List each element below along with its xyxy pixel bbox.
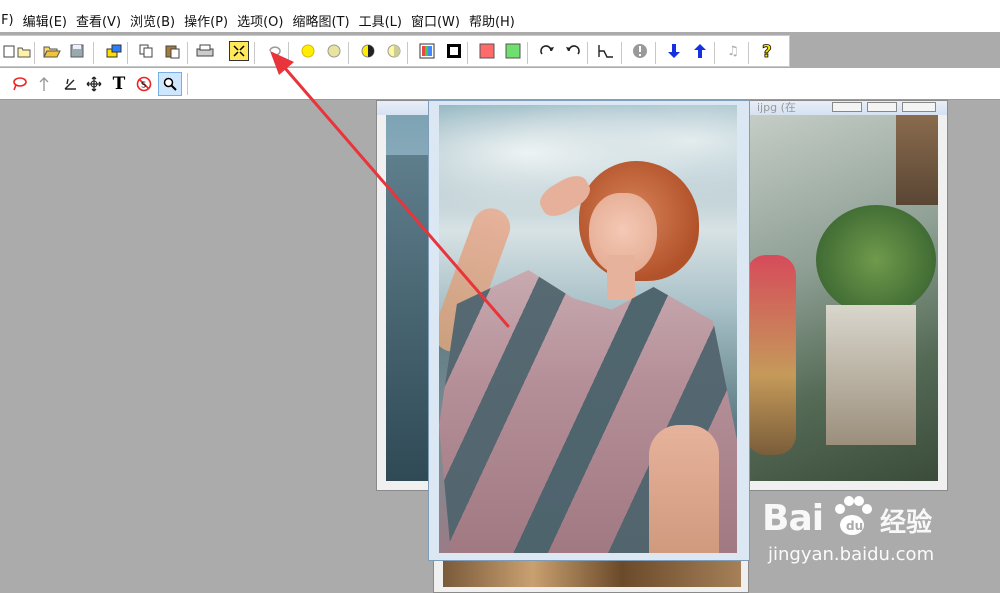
menu-options[interactable]: 选项(O) [237,11,292,30]
menu-edit[interactable]: 编辑(E) [23,11,76,30]
print-icon[interactable] [195,41,215,61]
red-eye-icon[interactable]: S [134,74,154,94]
menu-tools[interactable]: 工具(L) [359,11,411,30]
lasso-icon[interactable] [264,41,284,61]
menu-file[interactable]: (F) [0,13,23,28]
minimize-button[interactable] [832,102,862,112]
watermark-brand-left: Bai [762,498,824,539]
svg-text:du: du [846,519,863,533]
menu-bar: (F) 编辑(E) 查看(V) 浏览(B) 操作(P) 选项(O) 缩略图(T)… [0,8,1000,32]
paste-icon[interactable] [162,41,182,61]
watermark-brand-right: 经验 [880,508,933,538]
window-title: ijpg (在 [757,101,796,114]
portrait-photo [439,105,737,553]
text-tool-icon[interactable]: T [109,74,129,94]
arrow-down-icon[interactable] [664,41,684,61]
crop-tool-icon[interactable] [60,74,80,94]
paw-logo-icon: du [828,492,876,540]
baidu-watermark: Bai du 经验 jingyan.baidu.com [762,488,962,568]
maximize-button[interactable] [867,102,897,112]
green-fill-icon[interactable] [503,41,523,61]
brightness-up-icon[interactable] [298,41,318,61]
title-bar-remnant [0,0,1000,8]
open-folder-icon[interactable] [42,41,62,61]
rotate-right-icon[interactable] [537,41,557,61]
music-icon[interactable]: ♫ [723,41,743,61]
fit-screen-icon[interactable] [229,41,249,61]
close-button[interactable] [902,102,936,112]
folder-icon[interactable] [14,41,34,61]
color-balance-icon[interactable] [417,41,437,61]
lasso-select-icon[interactable] [9,74,29,94]
color-pick-icon[interactable] [104,41,124,61]
histogram-icon[interactable] [596,41,616,61]
contrast-down-icon[interactable] [384,41,404,61]
arrow-tool-icon[interactable] [34,74,54,94]
main-toolbar: ♫ ? [0,35,790,67]
rotate-left-icon[interactable] [563,41,583,61]
brightness-down-icon[interactable] [324,41,344,61]
image-window-front[interactable] [428,100,750,561]
image-window-under[interactable] [433,558,749,593]
watermark-url: jingyan.baidu.com [768,544,935,565]
menu-help[interactable]: 帮助(H) [469,11,524,30]
svg-text:?: ? [762,42,772,60]
move-tool-icon[interactable] [84,74,104,94]
help-icon[interactable]: ? [757,41,777,61]
tools-toolbar: T S [0,68,1000,100]
menu-thumbnails[interactable]: 缩略图(T) [292,11,358,30]
zoom-tool-icon[interactable] [158,72,182,96]
contrast-up-icon[interactable] [358,41,378,61]
arrow-up-icon[interactable] [690,41,710,61]
menu-operation[interactable]: 操作(P) [184,11,237,30]
menu-window[interactable]: 窗口(W) [411,11,469,30]
save-icon[interactable] [67,41,87,61]
border-icon[interactable] [444,41,464,61]
red-fill-icon[interactable] [477,41,497,61]
info-icon[interactable] [630,41,650,61]
copy-icon[interactable] [136,41,156,61]
menu-view[interactable]: 查看(V) [76,11,130,30]
svg-text:S: S [141,81,146,90]
menu-browse[interactable]: 浏览(B) [130,11,184,30]
